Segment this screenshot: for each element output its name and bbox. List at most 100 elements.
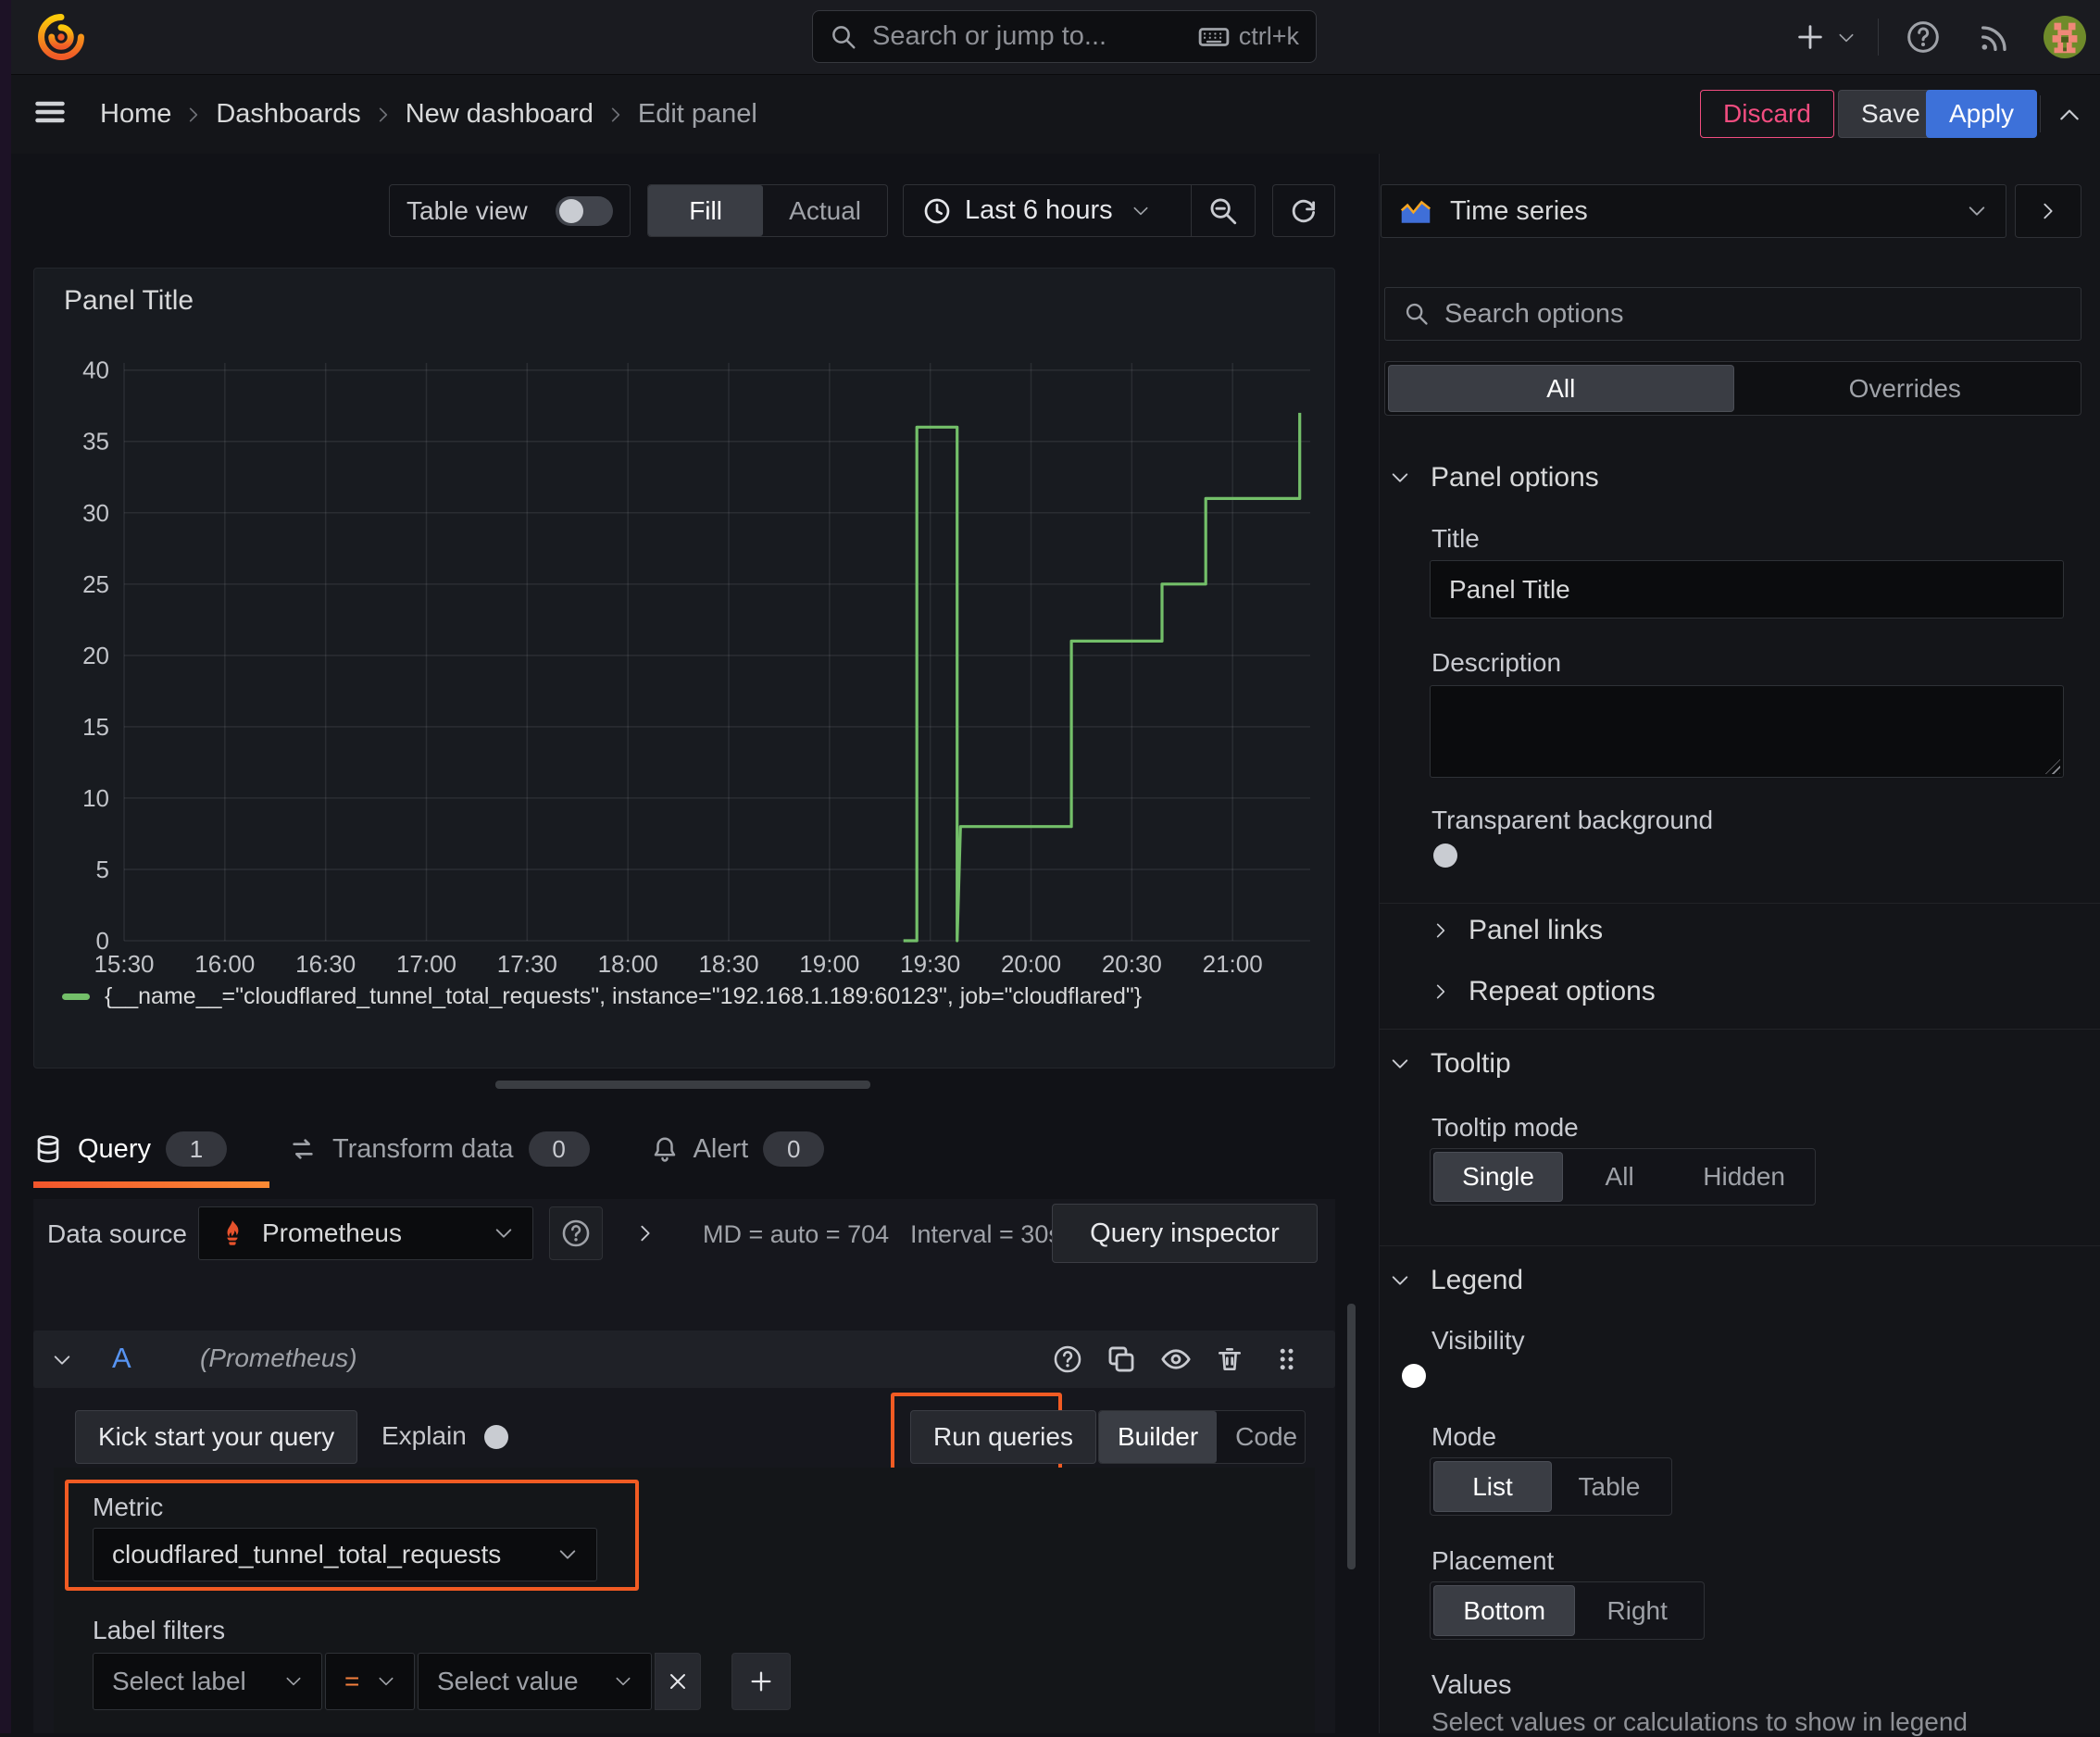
add-chevron-down-icon[interactable] (1837, 29, 1856, 47)
tooltip-all-option[interactable]: All (1562, 1153, 1677, 1201)
collapse-chevron-down-icon[interactable] (52, 1350, 72, 1370)
svg-text:16:00: 16:00 (194, 950, 255, 978)
vertical-scrollbar[interactable] (1347, 1304, 1356, 1569)
svg-text:18:30: 18:30 (698, 950, 758, 978)
breadcrumb-bar: Home Dashboards New dashboard Edit panel… (0, 75, 2100, 154)
tab-query-label: Query (78, 1133, 151, 1164)
tooltip-header[interactable]: Tooltip (1390, 1048, 1511, 1080)
label-filters-label: Label filters (93, 1616, 226, 1644)
tab-alert[interactable]: Alert 0 (612, 1131, 825, 1167)
panel-links-header[interactable]: Panel links (1431, 909, 1603, 952)
title-input[interactable]: Panel Title (1430, 560, 2064, 619)
chevron-right-icon (1431, 921, 1450, 940)
add-filter-button[interactable] (731, 1653, 791, 1710)
legend-header[interactable]: Legend (1390, 1265, 1523, 1296)
tooltip-single-option[interactable]: Single (1434, 1153, 1562, 1201)
zoom-out-button[interactable] (1192, 185, 1255, 236)
mode-table-option[interactable]: Table (1551, 1462, 1668, 1511)
datasource-help-button[interactable] (549, 1206, 603, 1260)
legend-swatch (62, 993, 90, 1000)
legend-title: Legend (1431, 1265, 1524, 1295)
tab-all[interactable]: All (1389, 366, 1733, 411)
panel-options-title: Panel options (1431, 462, 1599, 493)
resize-handle[interactable] (2045, 759, 2060, 774)
repeat-options-header[interactable]: Repeat options (1431, 970, 1656, 1013)
search-options-input[interactable]: Search options (1384, 287, 2081, 341)
svg-text:20:00: 20:00 (1001, 950, 1061, 978)
panel-options-header[interactable]: Panel options (1390, 462, 1599, 494)
avatar[interactable] (2044, 16, 2086, 58)
chevron-down-icon (1131, 202, 1150, 220)
visualization-picker[interactable]: Time series (1381, 184, 2006, 238)
collapse-options-button[interactable] (2015, 184, 2081, 238)
prometheus-icon (218, 1218, 247, 1248)
tab-query[interactable]: Query 1 (33, 1131, 249, 1167)
select-label-placeholder: Select label (112, 1667, 246, 1695)
alert-count-badge: 0 (763, 1131, 825, 1167)
query-stats-interval: Interval = 30s (910, 1220, 1061, 1248)
placement-bottom-option[interactable]: Bottom (1434, 1586, 1575, 1635)
time-series-chart[interactable]: 051015202530354015:30 16:00 16:30 17:00 17:3… (53, 347, 1331, 995)
query-editor-card: Data source Prometheus MD = auto = 704 I… (33, 1199, 1335, 1733)
run-queries-button[interactable]: Run queries (910, 1410, 1096, 1464)
query-help-icon[interactable] (1052, 1343, 1083, 1375)
query-stats-md: MD = auto = 704 (703, 1220, 890, 1248)
grafana-logo[interactable] (35, 11, 87, 63)
operator-dropdown[interactable]: = (325, 1653, 415, 1710)
fill-option[interactable]: Fill (648, 185, 764, 236)
chevron-down-icon (1390, 468, 1410, 488)
select-label-dropdown[interactable]: Select label (93, 1653, 322, 1710)
label-filter-row: Select label = Select value (93, 1653, 791, 1710)
kickstart-query-button[interactable]: Kick start your query (75, 1410, 358, 1464)
table-view-toggle[interactable] (556, 195, 613, 226)
breadcrumb-new-dashboard[interactable]: New dashboard (406, 99, 594, 130)
apply-button[interactable]: Apply (1926, 90, 2038, 138)
menu-icon[interactable] (33, 95, 67, 129)
remove-filter-button[interactable] (655, 1653, 701, 1710)
hide-query-eye-icon[interactable] (1159, 1343, 1193, 1375)
chevron-down-icon (494, 1223, 514, 1243)
placement-label: Placement (1431, 1546, 1555, 1575)
divider (1380, 1245, 2100, 1246)
search-input[interactable]: Search or jump to... ctrl+k (812, 10, 1317, 63)
tab-overrides[interactable]: Overrides (1733, 366, 2078, 411)
duplicate-icon[interactable] (1106, 1343, 1137, 1375)
data-source-picker[interactable]: Prometheus (198, 1206, 533, 1260)
discard-button[interactable]: Discard (1700, 90, 1834, 138)
news-icon[interactable] (1977, 19, 2014, 56)
description-textarea[interactable] (1430, 685, 2064, 778)
svg-text:30: 30 (82, 499, 109, 527)
breadcrumb-dashboards[interactable]: Dashboards (216, 99, 360, 130)
query-inspector-button[interactable]: Query inspector (1052, 1204, 1318, 1263)
metric-select[interactable]: cloudflared_tunnel_total_requests (93, 1528, 597, 1581)
query-row-header[interactable]: A (Prometheus) (33, 1331, 1335, 1388)
repeat-options-title: Repeat options (1469, 976, 1656, 1006)
code-option[interactable]: Code (1217, 1411, 1305, 1463)
time-range-picker[interactable]: Last 6 hours (904, 185, 1191, 236)
horizontal-scrollbar[interactable] (495, 1081, 870, 1089)
tooltip-hidden-option[interactable]: Hidden (1677, 1153, 1811, 1201)
drag-handle-icon[interactable] (1272, 1343, 1300, 1375)
fill-actual-segmented: Fill Actual (647, 184, 888, 237)
svg-text:40: 40 (82, 356, 109, 384)
collapse-chevron-up-icon[interactable] (2057, 103, 2081, 127)
refresh-button[interactable] (1272, 184, 1335, 237)
options-sidebar: Time series Search options All Overrides… (1379, 154, 2100, 1736)
chevron-down-icon (557, 1544, 578, 1565)
tab-transform[interactable]: Transform data 0 (249, 1131, 612, 1167)
builder-option[interactable]: Builder (1099, 1411, 1218, 1463)
actual-option[interactable]: Actual (763, 185, 887, 236)
chart-legend[interactable]: {__name__="cloudflared_tunnel_total_requ… (62, 983, 1142, 1010)
zoom-out-icon (1207, 195, 1239, 227)
placement-right-option[interactable]: Right (1574, 1586, 1700, 1635)
svg-text:19:00: 19:00 (799, 950, 859, 978)
breadcrumb-home[interactable]: Home (100, 99, 171, 130)
mode-list-option[interactable]: List (1434, 1462, 1551, 1511)
divider (1380, 903, 2100, 904)
select-value-dropdown[interactable]: Select value (418, 1653, 652, 1710)
delete-query-trash-icon[interactable] (1215, 1343, 1244, 1375)
help-icon[interactable] (1905, 19, 1942, 56)
expand-chevron-right-icon[interactable] (635, 1223, 656, 1243)
add-icon[interactable] (1794, 21, 1826, 53)
svg-text:20: 20 (82, 642, 109, 669)
